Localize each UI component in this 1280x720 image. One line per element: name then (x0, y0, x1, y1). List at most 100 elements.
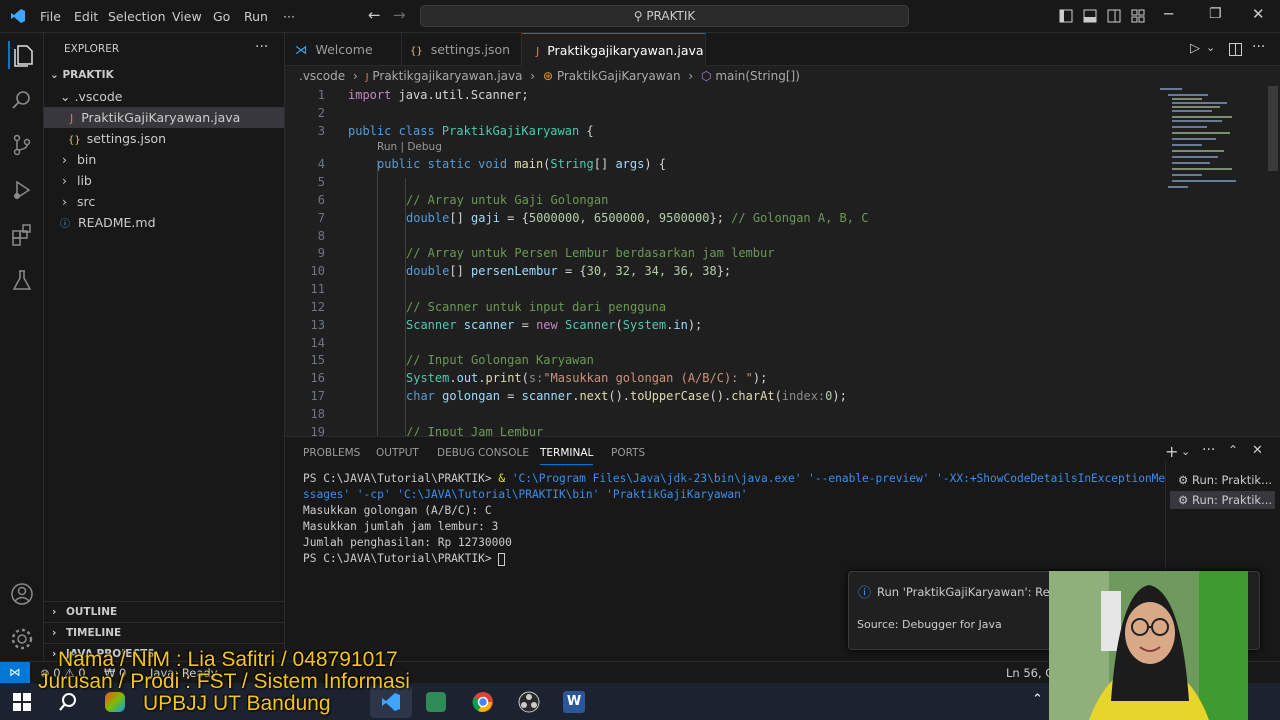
code-editor[interactable]: 1 2 3 4 5 6 7 8 9 10 11 12 13 14 15 16 1… (285, 86, 1280, 436)
json-braces-icon: {} (68, 135, 81, 146)
tree-item-java-file[interactable]: J PraktikGajiKaryawan.java (44, 107, 284, 128)
tab-settings-json[interactable]: {} settings.json (402, 33, 522, 66)
search-taskbar-icon[interactable] (58, 692, 78, 712)
command-center-search[interactable]: ⚲ PRAKTIK (420, 5, 909, 27)
menu-selection[interactable]: Selection (108, 9, 166, 24)
terminal-line: Jumlah penghasilan: Rp 12730000 (303, 536, 512, 549)
java-icon: J (365, 72, 369, 83)
customize-layout-icon[interactable] (1131, 9, 1145, 23)
panel-more-icon[interactable]: ··· (1202, 442, 1215, 458)
code-line-16: System.out.print(s:"Masukkan golongan (A… (406, 371, 768, 385)
back-arrow-icon[interactable]: ← (368, 6, 381, 24)
info-icon: ⓘ (60, 219, 70, 230)
tree-item-settings-json[interactable]: {} settings.json (44, 128, 284, 149)
editor-scrollbar[interactable] (1268, 86, 1278, 171)
close-panel-icon[interactable]: ✕ (1252, 443, 1263, 458)
chevron-down-icon[interactable]: ⌄ (1206, 41, 1215, 54)
explorer-root-folder[interactable]: ⌄ PRAKTIK (44, 65, 284, 86)
search-activity-icon[interactable] (8, 86, 36, 114)
terminal-output[interactable]: PS C:\JAVA\Tutorial\PRAKTIK> & 'C:\Progr… (303, 471, 1165, 567)
line-number: 14 (310, 336, 325, 350)
breadcrumb-folder[interactable]: .vscode (299, 69, 345, 83)
testing-flask-icon[interactable] (8, 266, 36, 294)
obs-recorder-icon[interactable] (518, 691, 540, 713)
menu-more[interactable]: ··· (283, 9, 295, 24)
extensions-icon[interactable] (8, 221, 36, 249)
toggle-secondary-sidebar-icon[interactable] (1107, 9, 1121, 23)
toggle-sidebar-icon[interactable] (1059, 9, 1073, 23)
presenter-photo (1049, 571, 1248, 720)
tab-terminal[interactable]: TERMINAL (540, 447, 594, 465)
code-line-9: // Array untuk Persen Lembur berdasarkan… (406, 246, 775, 260)
menu-view[interactable]: View (172, 9, 202, 24)
remote-icon[interactable]: ⋈ (0, 662, 30, 683)
timeline-section[interactable]: › TIMELINE (44, 622, 284, 643)
vscode-logo-icon[interactable] (10, 8, 26, 24)
code-line-4: public static void main(String[] args) { (377, 157, 667, 171)
chrome-icon[interactable] (472, 691, 494, 713)
tab-java-file[interactable]: J Praktikgajikaryawan.java ✕ (522, 33, 706, 92)
line-number: 5 (317, 175, 325, 189)
editor-more-icon[interactable]: ··· (1252, 39, 1265, 55)
breadcrumb-method[interactable]: main(String[]) (715, 69, 800, 83)
line-number: 6 (317, 193, 325, 207)
menu-edit[interactable]: Edit (74, 9, 98, 24)
terminal-line: Masukkan golongan (A/B/C): C (303, 504, 492, 517)
menu-file[interactable]: File (40, 9, 61, 24)
forward-arrow-icon[interactable]: → (393, 6, 406, 24)
terminal-session-1[interactable]: ⚙ Run: Praktik... (1170, 471, 1275, 489)
code-line-19: // Input Jam Lembur (406, 425, 544, 436)
split-editor-icon[interactable] (1229, 43, 1242, 56)
run-debug-icon[interactable] (8, 176, 36, 204)
tree-item-src[interactable]: › src (44, 191, 284, 212)
chevron-down-icon: ⌄ (60, 89, 71, 104)
account-icon[interactable] (8, 580, 36, 608)
tab-output[interactable]: OUTPUT (376, 447, 419, 459)
close-window-icon[interactable]: ✕ (1252, 5, 1265, 23)
chevron-right-icon: › (62, 173, 67, 188)
restore-icon[interactable]: ❐ (1209, 6, 1222, 22)
explorer-icon[interactable] (8, 41, 36, 69)
outline-section[interactable]: › OUTLINE (44, 601, 284, 622)
tree-item-readme[interactable]: ⓘ README.md (44, 212, 284, 233)
tab-debug-console[interactable]: DEBUG CONSOLE (437, 447, 529, 459)
windows-start-icon[interactable] (13, 693, 31, 711)
tree-item-lib[interactable]: › lib (44, 170, 284, 191)
chevron-down-icon[interactable]: ⌄ (1181, 445, 1190, 458)
tab-problems[interactable]: PROBLEMS (303, 447, 360, 459)
copilot-icon[interactable] (105, 692, 125, 712)
run-java-icon[interactable]: ▷ (1190, 41, 1200, 56)
toggle-panel-icon[interactable] (1083, 9, 1097, 23)
breadcrumb-class[interactable]: PraktikGajiKaryawan (557, 69, 681, 83)
menu-go[interactable]: Go (213, 9, 230, 24)
new-terminal-plus-icon[interactable]: + (1165, 442, 1178, 461)
breadcrumb: .vscode › J Praktikgajikaryawan.java › ⊛… (285, 66, 1280, 86)
manage-gear-icon[interactable] (8, 625, 36, 653)
breadcrumb-file[interactable]: Praktikgajikaryawan.java (372, 69, 522, 83)
class-icon: ⊛ (542, 69, 553, 83)
tray-chevron-icon[interactable]: ⌃ (1032, 692, 1043, 707)
vscode-taskbar-icon (382, 693, 400, 711)
word-icon[interactable]: W (563, 691, 585, 713)
menu-run[interactable]: Run (244, 9, 268, 24)
terminal-line: Masukkan jumlah jam lembur: 3 (303, 520, 499, 533)
run-debug-codelens[interactable]: Run | Debug (377, 141, 442, 153)
line-number: 2 (317, 106, 325, 120)
maximize-panel-icon[interactable]: ⌃ (1228, 443, 1238, 457)
more-actions-icon[interactable]: ··· (255, 39, 268, 55)
line-number: 18 (310, 407, 325, 421)
code-line-13: Scanner scanner = new Scanner(System.in)… (406, 318, 703, 332)
tree-item-vscode[interactable]: ⌄ .vscode (44, 86, 284, 107)
terminal-session-2[interactable]: ⚙ Run: Praktik... (1170, 491, 1275, 509)
code-line-10: double[] persenLembur = {30, 32, 34, 36,… (406, 264, 732, 278)
code-line-6: // Array untuk Gaji Golongan (406, 193, 609, 207)
tree-item-bin[interactable]: › bin (44, 149, 284, 170)
line-number: 12 (310, 300, 325, 314)
java-icon: J (536, 45, 540, 58)
minimap[interactable] (1160, 86, 1250, 196)
source-control-icon[interactable] (8, 131, 36, 159)
minimize-icon[interactable]: ─ (1164, 5, 1173, 23)
tab-ports[interactable]: PORTS (611, 447, 645, 459)
tab-welcome[interactable]: ⋊ Welcome (285, 33, 402, 66)
app-icon[interactable] (426, 692, 446, 712)
